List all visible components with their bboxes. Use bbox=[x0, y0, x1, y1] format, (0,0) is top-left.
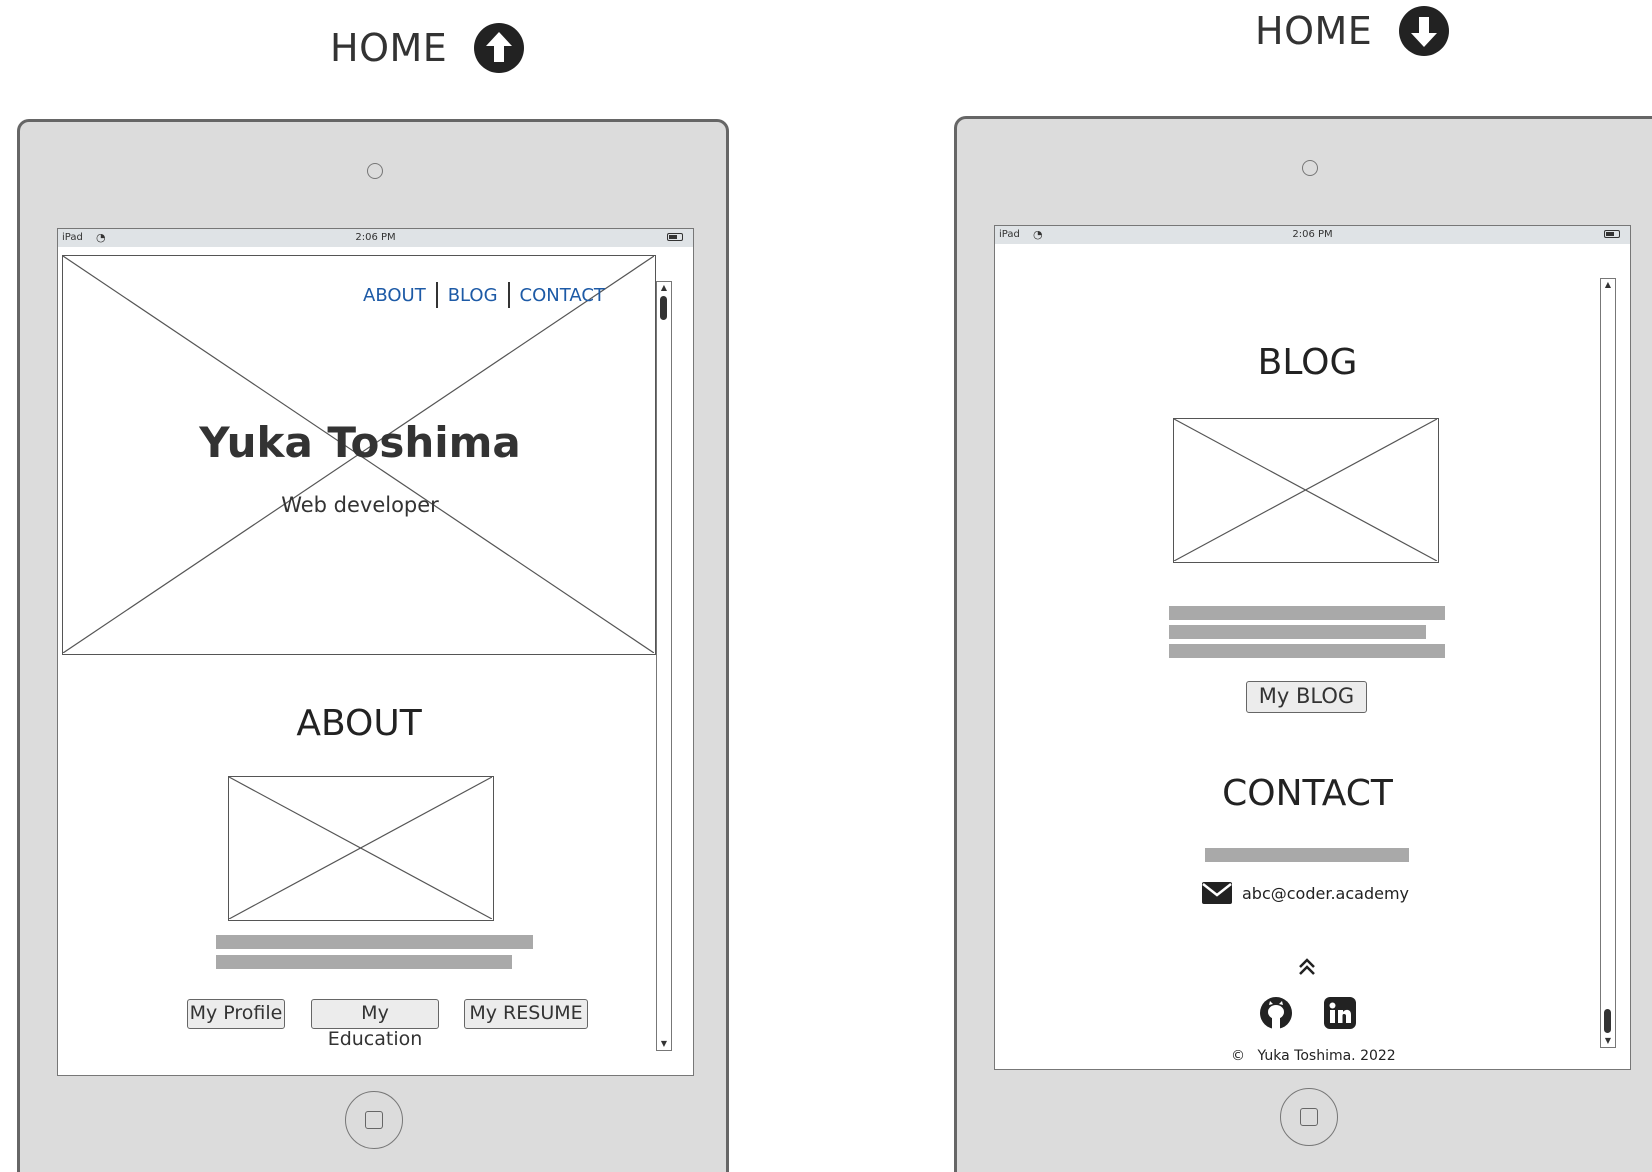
my-blog-button[interactable]: My BLOG bbox=[1246, 681, 1367, 713]
status-time: 2:06 PM bbox=[355, 232, 396, 243]
top-nav: ABOUT BLOG CONTACT bbox=[363, 282, 605, 308]
scroll-up-icon[interactable]: ▲ bbox=[1601, 280, 1615, 290]
battery-icon bbox=[1604, 230, 1620, 238]
contact-title: CONTACT bbox=[1222, 773, 1393, 814]
scroll-thumb[interactable] bbox=[660, 296, 667, 320]
envelope-icon bbox=[1202, 882, 1232, 904]
linkedin-icon[interactable] bbox=[1323, 996, 1357, 1030]
scroll-down-icon[interactable]: ▼ bbox=[657, 1039, 671, 1049]
back-to-top-icon[interactable] bbox=[1297, 957, 1317, 977]
left-tablet-frame: iPad ◔ 2:06 PM ABOUT BLOG CONTACT Yuka T… bbox=[17, 119, 729, 1172]
image-placeholder-cross bbox=[1174, 419, 1437, 561]
left-status-bar: iPad ◔ 2:06 PM bbox=[58, 229, 693, 247]
scroll-up-icon[interactable]: ▲ bbox=[657, 283, 671, 293]
my-education-button[interactable]: My Education bbox=[311, 999, 439, 1050]
contact-text-line bbox=[1205, 848, 1409, 862]
blog-title: BLOG bbox=[1257, 342, 1358, 383]
scroll-thumb[interactable] bbox=[1604, 1009, 1611, 1033]
copyright-icon: © bbox=[1231, 1048, 1245, 1064]
left-page-label-text: HOME bbox=[330, 26, 448, 70]
battery-icon bbox=[667, 233, 683, 241]
contact-email[interactable]: abc@coder.academy bbox=[1202, 882, 1409, 904]
hero-subtitle: Web developer bbox=[281, 493, 439, 517]
footer-copyright: © Yuka Toshima. 2022 bbox=[1231, 1048, 1396, 1064]
nav-divider bbox=[507, 282, 510, 308]
left-page-label: HOME bbox=[330, 22, 525, 74]
blog-text-line bbox=[1169, 625, 1426, 639]
right-tablet-home-button[interactable] bbox=[1280, 1088, 1338, 1146]
about-title: ABOUT bbox=[296, 703, 422, 744]
left-tablet-camera bbox=[367, 163, 383, 179]
footer-text: Yuka Toshima. 2022 bbox=[1257, 1048, 1396, 1064]
image-placeholder-cross bbox=[229, 777, 492, 919]
my-resume-button[interactable]: My RESUME bbox=[464, 999, 588, 1029]
blog-text-line bbox=[1169, 644, 1445, 658]
nav-link-about[interactable]: ABOUT bbox=[363, 285, 426, 306]
left-tablet-home-button[interactable] bbox=[345, 1091, 403, 1149]
about-image bbox=[228, 776, 494, 921]
arrow-up-circle-icon bbox=[474, 23, 525, 73]
about-text-line bbox=[216, 935, 533, 949]
about-text-line bbox=[216, 955, 512, 969]
arrow-down-circle-icon bbox=[1399, 6, 1450, 56]
right-tablet-camera bbox=[1302, 160, 1318, 176]
contact-email-text[interactable]: abc@coder.academy bbox=[1242, 884, 1409, 903]
github-icon[interactable] bbox=[1259, 996, 1293, 1030]
hero-name: Yuka Toshima bbox=[199, 418, 521, 467]
hero-image: ABOUT BLOG CONTACT Yuka Toshima Web deve… bbox=[62, 255, 656, 655]
right-tablet-screen: iPad ◔ 2:06 PM BLOG My BLOG CONTACT abc@… bbox=[994, 225, 1631, 1070]
right-status-bar: iPad ◔ 2:06 PM bbox=[995, 226, 1630, 244]
scroll-down-icon[interactable]: ▼ bbox=[1601, 1036, 1615, 1046]
nav-link-blog[interactable]: BLOG bbox=[448, 285, 498, 306]
left-tablet-screen: iPad ◔ 2:06 PM ABOUT BLOG CONTACT Yuka T… bbox=[57, 228, 694, 1076]
right-page-label-text: HOME bbox=[1255, 9, 1373, 53]
my-profile-button[interactable]: My Profile bbox=[187, 999, 285, 1029]
status-time: 2:06 PM bbox=[1292, 229, 1333, 240]
blog-image bbox=[1173, 418, 1439, 563]
nav-divider bbox=[435, 282, 438, 308]
left-scrollbar[interactable]: ▲ ▼ bbox=[656, 281, 672, 1051]
right-scrollbar[interactable]: ▲ ▼ bbox=[1600, 278, 1616, 1048]
right-tablet-frame: iPad ◔ 2:06 PM BLOG My BLOG CONTACT abc@… bbox=[954, 116, 1652, 1172]
blog-text-line bbox=[1169, 606, 1445, 620]
right-page-label: HOME bbox=[1255, 5, 1450, 57]
nav-link-contact[interactable]: CONTACT bbox=[520, 285, 605, 306]
